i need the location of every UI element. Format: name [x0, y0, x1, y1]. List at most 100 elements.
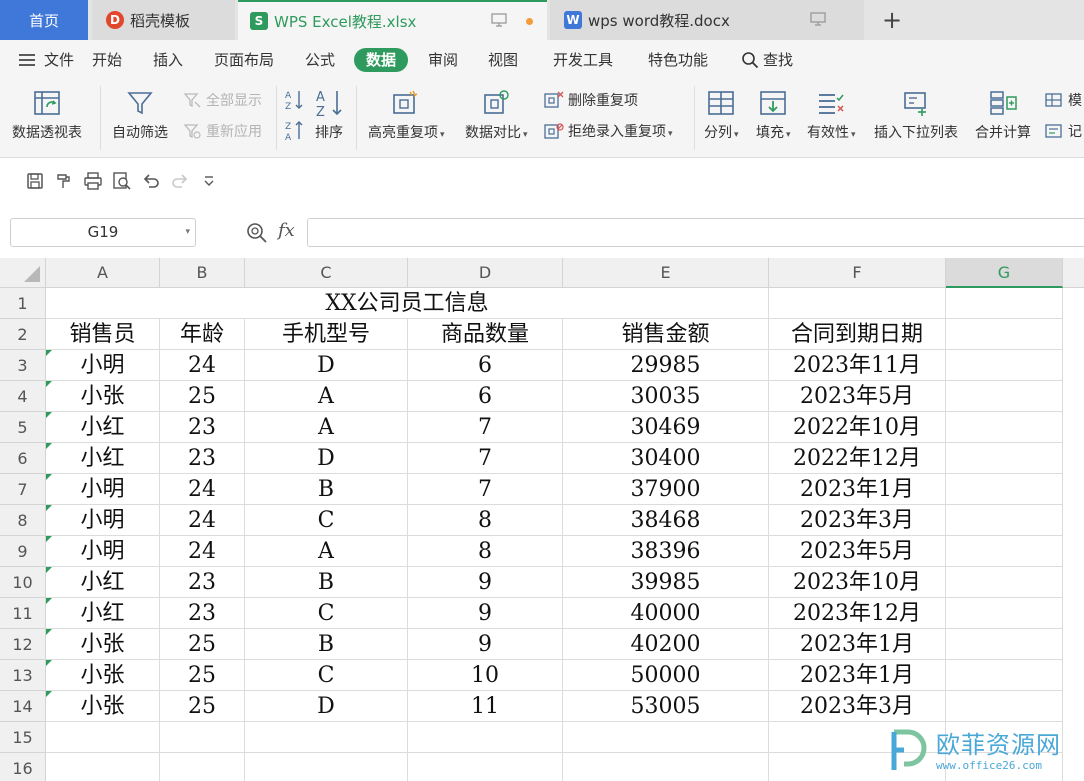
menu-item-review[interactable]: 审阅	[428, 48, 458, 72]
cell-g7[interactable]	[946, 474, 1063, 505]
cell-f2[interactable]: 合同到期日期	[769, 319, 946, 350]
cell-e7[interactable]: 37900	[563, 474, 769, 505]
cell-g5[interactable]	[946, 412, 1063, 443]
cell-a2[interactable]: 销售员	[46, 319, 160, 350]
cell-d11[interactable]: 9	[408, 598, 563, 629]
cell-b4[interactable]: 25	[160, 381, 245, 412]
row-header-15[interactable]: 15	[0, 722, 46, 753]
cell-e13[interactable]: 50000	[563, 660, 769, 691]
cell-d9[interactable]: 8	[408, 536, 563, 567]
cell-b11[interactable]: 23	[160, 598, 245, 629]
cell-a12[interactable]: 小张	[46, 629, 160, 660]
cell-e12[interactable]: 40200	[563, 629, 769, 660]
print-icon[interactable]	[82, 170, 104, 192]
row-header-13[interactable]: 13	[0, 660, 46, 691]
row-header-2[interactable]: 2	[0, 319, 46, 350]
highlight-duplicates-button[interactable]: 高亮重复项 ▾	[368, 88, 445, 142]
fill-button[interactable]: 填充 ▾	[756, 88, 791, 142]
cell-b5[interactable]: 23	[160, 412, 245, 443]
column-header-e[interactable]: E	[563, 258, 769, 288]
cell-d7[interactable]: 7	[408, 474, 563, 505]
cell-e3[interactable]: 29985	[563, 350, 769, 381]
cell-d12[interactable]: 9	[408, 629, 563, 660]
column-header-g[interactable]: G	[946, 258, 1063, 288]
cell-g3[interactable]	[946, 350, 1063, 381]
cell-c13[interactable]: C	[245, 660, 408, 691]
cell-c11[interactable]: C	[245, 598, 408, 629]
merge-calculation-button[interactable]: 合并计算	[975, 88, 1031, 142]
cell-a10[interactable]: 小红	[46, 567, 160, 598]
cell-d2[interactable]: 商品数量	[408, 319, 563, 350]
cell-e8[interactable]: 38468	[563, 505, 769, 536]
cell-f7[interactable]: 2023年1月	[769, 474, 946, 505]
cell-f4[interactable]: 2023年5月	[769, 381, 946, 412]
cell-g1[interactable]	[946, 288, 1063, 319]
cell-f11[interactable]: 2023年12月	[769, 598, 946, 629]
cell-f12[interactable]: 2023年1月	[769, 629, 946, 660]
format-painter-icon[interactable]	[53, 170, 75, 192]
cell-b12[interactable]: 25	[160, 629, 245, 660]
cell-g4[interactable]	[946, 381, 1063, 412]
row-header-3[interactable]: 3	[0, 350, 46, 381]
row-header-14[interactable]: 14	[0, 691, 46, 722]
cell-f9[interactable]: 2023年5月	[769, 536, 946, 567]
search-menu[interactable]: 查找	[741, 48, 793, 72]
show-all-button[interactable]: 全部显示	[182, 88, 262, 112]
cell-f13[interactable]: 2023年1月	[769, 660, 946, 691]
cell-c12[interactable]: B	[245, 629, 408, 660]
column-header-d[interactable]: D	[408, 258, 563, 288]
cell-b14[interactable]: 25	[160, 691, 245, 722]
cell-a14[interactable]: 小张	[46, 691, 160, 722]
cell-d13[interactable]: 10	[408, 660, 563, 691]
cell-c8[interactable]: C	[245, 505, 408, 536]
insert-function-button[interactable]: fx	[278, 220, 295, 241]
save-icon[interactable]	[24, 170, 46, 192]
cell-f6[interactable]: 2022年12月	[769, 443, 946, 474]
row-header-1[interactable]: 1	[0, 288, 46, 319]
sort-ascending-button[interactable]: AZ	[284, 88, 308, 112]
cell-c5[interactable]: A	[245, 412, 408, 443]
cell-a6[interactable]: 小红	[46, 443, 160, 474]
column-header-b[interactable]: B	[160, 258, 245, 288]
menu-item-insert[interactable]: 插入	[153, 48, 183, 72]
cell-c15[interactable]	[245, 722, 408, 753]
cell-b10[interactable]: 23	[160, 567, 245, 598]
menu-item-page-layout[interactable]: 页面布局	[214, 48, 274, 72]
row-header-7[interactable]: 7	[0, 474, 46, 505]
cell-c16[interactable]	[245, 753, 408, 781]
cell-g13[interactable]	[946, 660, 1063, 691]
print-preview-icon[interactable]	[111, 170, 133, 192]
menu-item-formula[interactable]: 公式	[305, 48, 335, 72]
undo-icon[interactable]	[140, 170, 162, 192]
auto-filter-button[interactable]: 自动筛选	[112, 88, 168, 142]
pivot-table-button[interactable]: 数据透视表	[12, 88, 82, 142]
menu-item-view[interactable]: 视图	[488, 48, 518, 72]
menu-item-developer[interactable]: 开发工具	[553, 48, 613, 72]
cell-f3[interactable]: 2023年11月	[769, 350, 946, 381]
cell-c9[interactable]: A	[245, 536, 408, 567]
cell-f10[interactable]: 2023年10月	[769, 567, 946, 598]
reapply-button[interactable]: 重新应用	[182, 119, 262, 143]
tab-excel-file[interactable]: S WPS Excel教程.xlsx	[238, 0, 547, 40]
cell-c4[interactable]: A	[245, 381, 408, 412]
new-tab-button[interactable]: +	[872, 0, 912, 40]
cell-a3[interactable]: 小明	[46, 350, 160, 381]
cell-d3[interactable]: 6	[408, 350, 563, 381]
cell-a11[interactable]: 小红	[46, 598, 160, 629]
menu-item-data[interactable]: 数据	[354, 48, 409, 72]
cell-c10[interactable]: B	[245, 567, 408, 598]
row-header-8[interactable]: 8	[0, 505, 46, 536]
insert-dropdown-list-button[interactable]: 插入下拉列表	[874, 88, 958, 142]
cell-g11[interactable]	[946, 598, 1063, 629]
cell-e4[interactable]: 30035	[563, 381, 769, 412]
cell-b16[interactable]	[160, 753, 245, 781]
cell-c3[interactable]: D	[245, 350, 408, 381]
data-compare-button[interactable]: 数据对比 ▾	[465, 88, 528, 142]
cell-c14[interactable]: D	[245, 691, 408, 722]
row-header-10[interactable]: 10	[0, 567, 46, 598]
cell-c2[interactable]: 手机型号	[245, 319, 408, 350]
row-header-16[interactable]: 16	[0, 753, 46, 781]
cell-a16[interactable]	[46, 753, 160, 781]
zoom-formula-icon[interactable]	[246, 222, 270, 246]
column-header-c[interactable]: C	[245, 258, 408, 288]
